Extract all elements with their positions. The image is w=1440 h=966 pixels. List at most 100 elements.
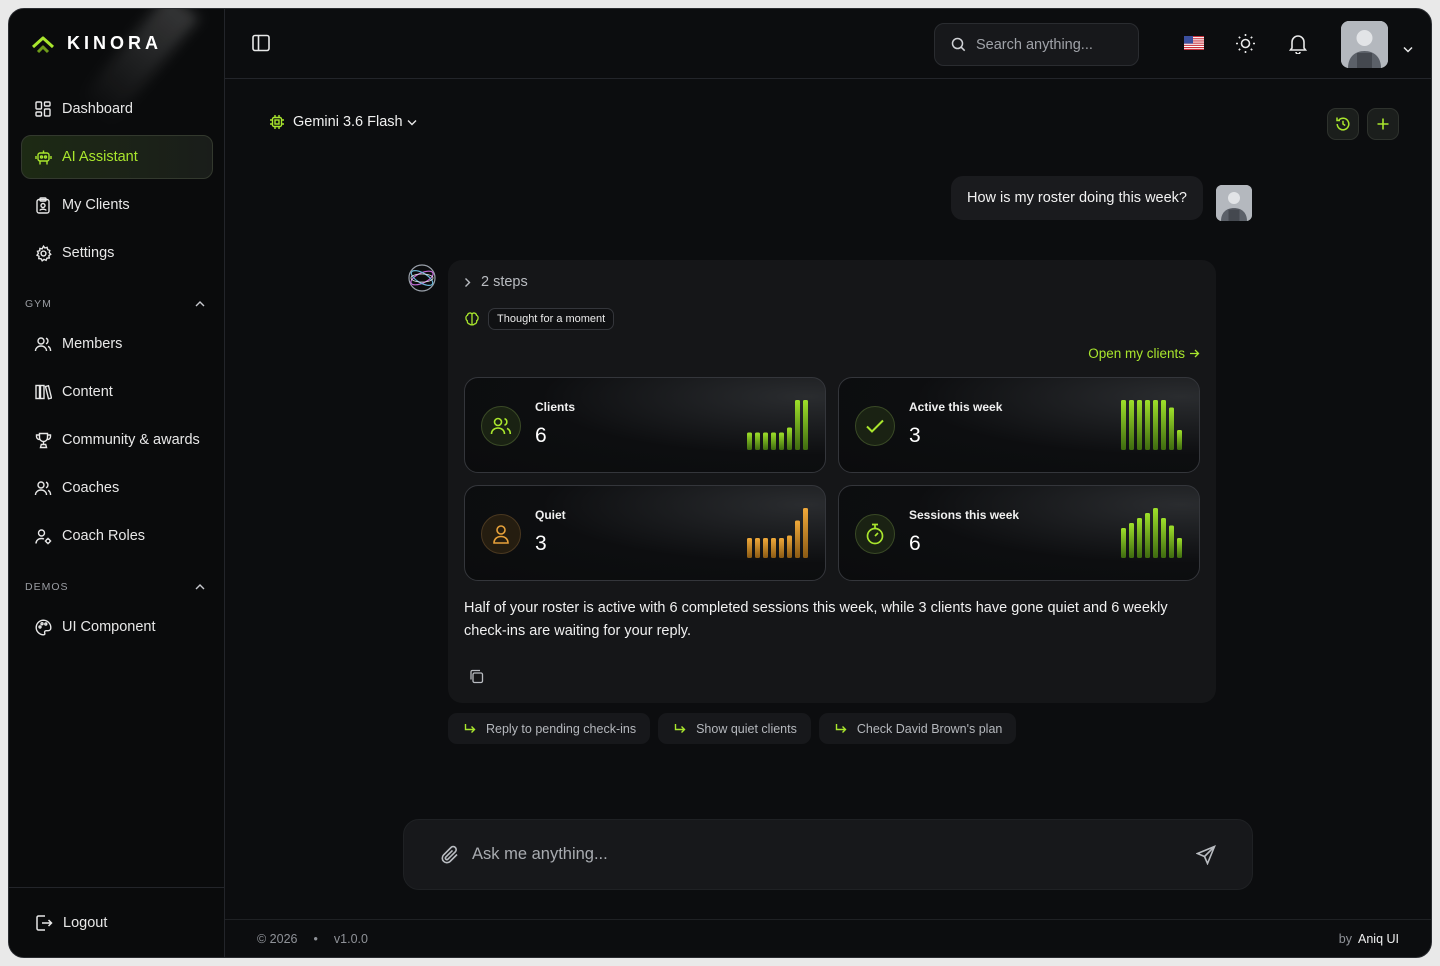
app-frame: KINORA Dashboard AI Assistant My Clients (8, 8, 1432, 958)
spark-bar (1169, 407, 1174, 450)
theme-toggle-button[interactable] (1235, 33, 1256, 59)
stat-label: Active this week (909, 400, 1003, 414)
spark-bar (1137, 400, 1142, 450)
sidebar-item-label: Coach Roles (62, 528, 146, 544)
sun-icon (1236, 34, 1255, 53)
stat-sparkbars (1121, 508, 1182, 558)
search-input[interactable] (976, 36, 1126, 53)
stat-card-clients[interactable]: Clients 6 (464, 377, 826, 473)
ai-avatar (407, 263, 437, 293)
sidebar-item-label: Members (62, 336, 123, 352)
stat-icon-wrap (855, 406, 895, 446)
spark-bar (1169, 525, 1174, 558)
stat-card-sessions-this-week[interactable]: Sessions this week 6 (838, 485, 1200, 581)
sidebar-item-label: Settings (62, 245, 115, 261)
paperclip-icon[interactable] (440, 845, 460, 865)
clipboard-user-icon (34, 196, 52, 214)
sidebar-item-label: Coaches (62, 480, 120, 496)
model-name: Gemini 3.6 Flash (293, 114, 403, 130)
version: v1.0.0 (333, 931, 368, 946)
section-gym-header[interactable]: GYM (25, 298, 205, 310)
sidebar-item-label: My Clients (62, 197, 130, 213)
ai-orb-icon (408, 264, 436, 292)
chevron-up-icon (195, 301, 205, 307)
chat-composer (403, 819, 1253, 890)
users-icon (34, 335, 52, 353)
chip-icon (270, 115, 284, 129)
notifications-button[interactable] (1288, 33, 1308, 59)
sidebar-item-ui-component[interactable]: UI Component (21, 605, 213, 649)
gym-nav: Members Content Community & awards Coach… (21, 322, 213, 562)
copy-button[interactable] (469, 669, 484, 689)
spark-bar (1121, 400, 1126, 450)
sidebar-item-coach-roles[interactable]: Coach Roles (21, 514, 213, 558)
user-gear-icon (34, 527, 52, 545)
spark-bar (771, 538, 776, 558)
sidebar-item-dashboard[interactable]: Dashboard (21, 87, 213, 131)
footer-by: by (1338, 931, 1352, 946)
spark-bar (779, 538, 784, 558)
spark-bar (771, 432, 776, 450)
suggestion-chips: Reply to pending check-ins Show quiet cl… (448, 713, 1017, 744)
sidebar-toggle-button[interactable] (251, 33, 271, 58)
brand-name: KINORA (67, 33, 162, 53)
stat-sparkbars (747, 400, 808, 450)
user-icon (493, 525, 509, 544)
section-title: DEMOS (25, 581, 69, 593)
spark-bar (755, 432, 760, 450)
stat-card-quiet[interactable]: Quiet 3 (464, 485, 826, 581)
spark-bar (1177, 430, 1182, 450)
stat-sparkbars (747, 508, 808, 558)
copy-icon (470, 669, 484, 684)
sidebar-item-content[interactable]: Content (21, 370, 213, 414)
spark-bar (747, 538, 752, 558)
sidebar-item-settings[interactable]: Settings (21, 231, 213, 275)
search-box[interactable] (934, 23, 1139, 66)
section-demos-header[interactable]: DEMOS (25, 581, 205, 593)
sidebar-item-members[interactable]: Members (21, 322, 213, 366)
chat-input[interactable] (472, 845, 1184, 864)
stat-label: Clients (535, 400, 576, 414)
suggestion-chip[interactable]: Reply to pending check-ins (448, 713, 651, 744)
sidebar-item-coaches[interactable]: Coaches (21, 466, 213, 510)
logo[interactable]: KINORA (31, 33, 162, 54)
send-icon[interactable] (1196, 844, 1216, 865)
language-button[interactable] (1184, 36, 1204, 55)
timer-icon (866, 523, 884, 545)
brain-icon (465, 312, 479, 326)
suggestion-label: Reply to pending check-ins (486, 721, 637, 736)
spark-bar (787, 427, 792, 450)
model-selector[interactable]: Gemini 3.6 Flash (269, 114, 417, 130)
spark-bar (787, 535, 792, 558)
open-my-clients-link[interactable]: Open my clients (1088, 346, 1200, 361)
stat-card-active-this-week[interactable]: Active this week 3 (838, 377, 1200, 473)
library-icon (34, 383, 52, 401)
history-icon (1336, 117, 1350, 131)
spark-bar (763, 538, 768, 558)
sidebar-item-label: AI Assistant (62, 149, 138, 165)
sidebar-item-my-clients[interactable]: My Clients (21, 183, 213, 227)
user-menu-chevron[interactable] (1403, 40, 1413, 58)
ai-summary-text: Half of your roster is active with 6 com… (464, 600, 1168, 639)
logout-button[interactable]: Logout (9, 887, 224, 957)
us-flag-icon (1184, 36, 1204, 50)
spark-bar (1161, 400, 1166, 450)
sidebar-item-ai-assistant[interactable]: AI Assistant (21, 135, 213, 179)
steps-toggle[interactable]: 2 steps (464, 274, 528, 290)
footer-credit-link[interactable]: Aniq UI (1358, 932, 1399, 946)
spark-bar (795, 520, 800, 558)
user-message-bubble: How is my roster doing this week? (951, 176, 1203, 220)
chevron-down-icon (1403, 46, 1413, 53)
stat-sparkbars (1121, 400, 1182, 450)
suggestion-chip[interactable]: Check David Brown's plan (818, 713, 1017, 744)
user-avatar-button[interactable] (1341, 21, 1388, 68)
suggestion-chip[interactable]: Show quiet clients (658, 713, 811, 744)
plus-icon (1377, 118, 1389, 130)
thought-pill: Thought for a moment (488, 308, 615, 330)
history-button[interactable] (1327, 108, 1359, 140)
copyright: © 2026 (257, 931, 298, 946)
new-chat-button[interactable] (1367, 108, 1399, 140)
sidebar-item-community-awards[interactable]: Community & awards (21, 418, 213, 462)
suggestion-label: Show quiet clients (696, 721, 797, 736)
stat-label: Sessions this week (909, 508, 1020, 522)
